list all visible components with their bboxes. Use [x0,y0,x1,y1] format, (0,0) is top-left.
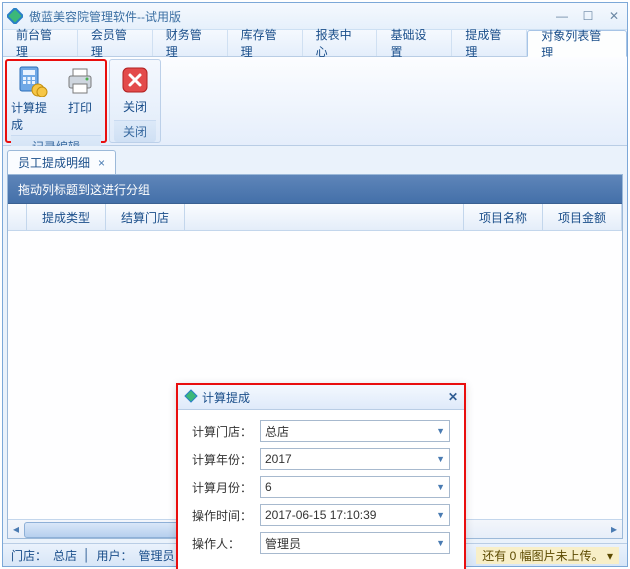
status-user-value: 管理员 [139,547,175,564]
app-window: 傲蓝美容院管理软件--试用版 — ☐ ✕ 前台管理 会员管理 财务管理 库存管理… [2,2,628,567]
menu-item-front[interactable]: 前台管理 [3,30,78,56]
close-button[interactable]: 关闭 [114,62,156,117]
chevron-down-icon: ▼ [436,538,445,548]
year-select[interactable]: 2017 ▼ [260,448,450,470]
document-tabs: 员工提成明细 × [7,150,623,174]
content-area: 员工提成明细 × 拖动列标题到这进行分组 提成类型 结算门店 项目名称 项目金额… [3,146,627,543]
calc-commission-button[interactable]: 计算提成 [11,63,53,135]
chevron-down-icon[interactable]: ▾ [607,549,613,563]
print-label: 打印 [68,99,92,116]
time-select[interactable]: 2017-06-15 17:10:39 ▼ [260,504,450,526]
label-store: 计算门店： [192,423,254,440]
printer-icon [64,65,96,97]
month-value: 6 [265,480,272,494]
chevron-down-icon: ▼ [436,510,445,520]
doc-tab-close-icon[interactable]: × [98,156,105,170]
maximize-button[interactable]: ☐ [579,9,597,23]
month-select[interactable]: 6 ▼ [260,476,450,498]
chevron-down-icon: ▼ [436,426,445,436]
main-menu: 前台管理 会员管理 财务管理 库存管理 报表中心 基础设置 提成管理 对象列表管… [3,30,627,57]
calc-commission-label: 计算提成 [11,99,53,133]
menu-item-stock[interactable]: 库存管理 [228,30,303,56]
chevron-down-icon: ▼ [436,454,445,464]
label-time: 操作时间： [192,507,254,524]
status-store-value: 总店 [53,547,77,564]
menu-item-object-list[interactable]: 对象列表管理 [527,30,627,57]
ribbon-group-caption-close: 关闭 [114,120,156,142]
scroll-right-icon[interactable]: ▸ [606,520,622,538]
store-value: 总店 [265,423,289,440]
operator-select[interactable]: 管理员 ▼ [260,532,450,554]
minimize-button[interactable]: — [553,9,571,23]
ribbon: 计算提成 打印 记录编辑 [3,57,627,146]
col-commission-type[interactable]: 提成类型 [27,204,106,230]
col-settle-store[interactable]: 结算门店 [106,204,185,230]
col-item-name[interactable]: 项目名称 [464,204,543,230]
scroll-left-icon[interactable]: ◂ [8,520,24,538]
operator-value: 管理员 [265,535,301,552]
close-window-button[interactable]: ✕ [605,9,623,23]
store-select[interactable]: 总店 ▼ [260,420,450,442]
menu-item-member[interactable]: 会员管理 [78,30,153,56]
dialog-close-icon[interactable]: ✕ [448,390,458,404]
dialog-title-text: 计算提成 [202,389,250,406]
label-operator: 操作人： [192,535,254,552]
status-upload-pending: 还有 0 幅图片未上传。 ▾ [476,547,619,564]
window-title: 傲蓝美容院管理软件--试用版 [29,8,181,25]
data-grid: 拖动列标题到这进行分组 提成类型 结算门店 项目名称 项目金额 ◂ ▸ [7,174,623,539]
status-store-label: 门店： [11,547,47,564]
year-value: 2017 [265,452,292,466]
menu-item-report[interactable]: 报表中心 [303,30,378,56]
menu-item-commission[interactable]: 提成管理 [452,30,527,56]
menu-item-base[interactable]: 基础设置 [377,30,452,56]
label-month: 计算月份： [192,479,254,496]
ribbon-group-record-edit: 计算提成 打印 记录编辑 [5,59,107,143]
status-user-label: 用户： [97,547,133,564]
time-value: 2017-06-15 17:10:39 [265,508,376,522]
print-button[interactable]: 打印 [59,63,101,135]
group-hint-text: 拖动列标题到这进行分组 [18,181,150,198]
col-item-amount[interactable]: 项目金额 [543,204,622,230]
chevron-down-icon: ▼ [436,482,445,492]
label-year: 计算年份： [192,451,254,468]
close-red-icon [119,64,151,96]
menu-item-finance[interactable]: 财务管理 [153,30,228,56]
doc-tab-commission-detail[interactable]: 员工提成明细 × [7,150,116,174]
status-sep: │ [83,548,91,562]
close-label: 关闭 [123,98,147,115]
dialog-title-icon [184,389,198,406]
calculator-coins-icon [16,65,48,97]
ribbon-group-close: 关闭 关闭 [109,59,161,143]
group-by-panel[interactable]: 拖动列标题到这进行分组 [8,175,622,204]
dialog-titlebar: 计算提成 ✕ [178,385,464,410]
column-headers: 提成类型 结算门店 项目名称 项目金额 [8,204,622,231]
app-logo-icon [7,8,23,24]
doc-tab-label: 员工提成明细 [18,154,90,171]
calc-commission-dialog: 计算提成 ✕ 计算门店： 总店 ▼ 计算年份： [176,383,466,569]
